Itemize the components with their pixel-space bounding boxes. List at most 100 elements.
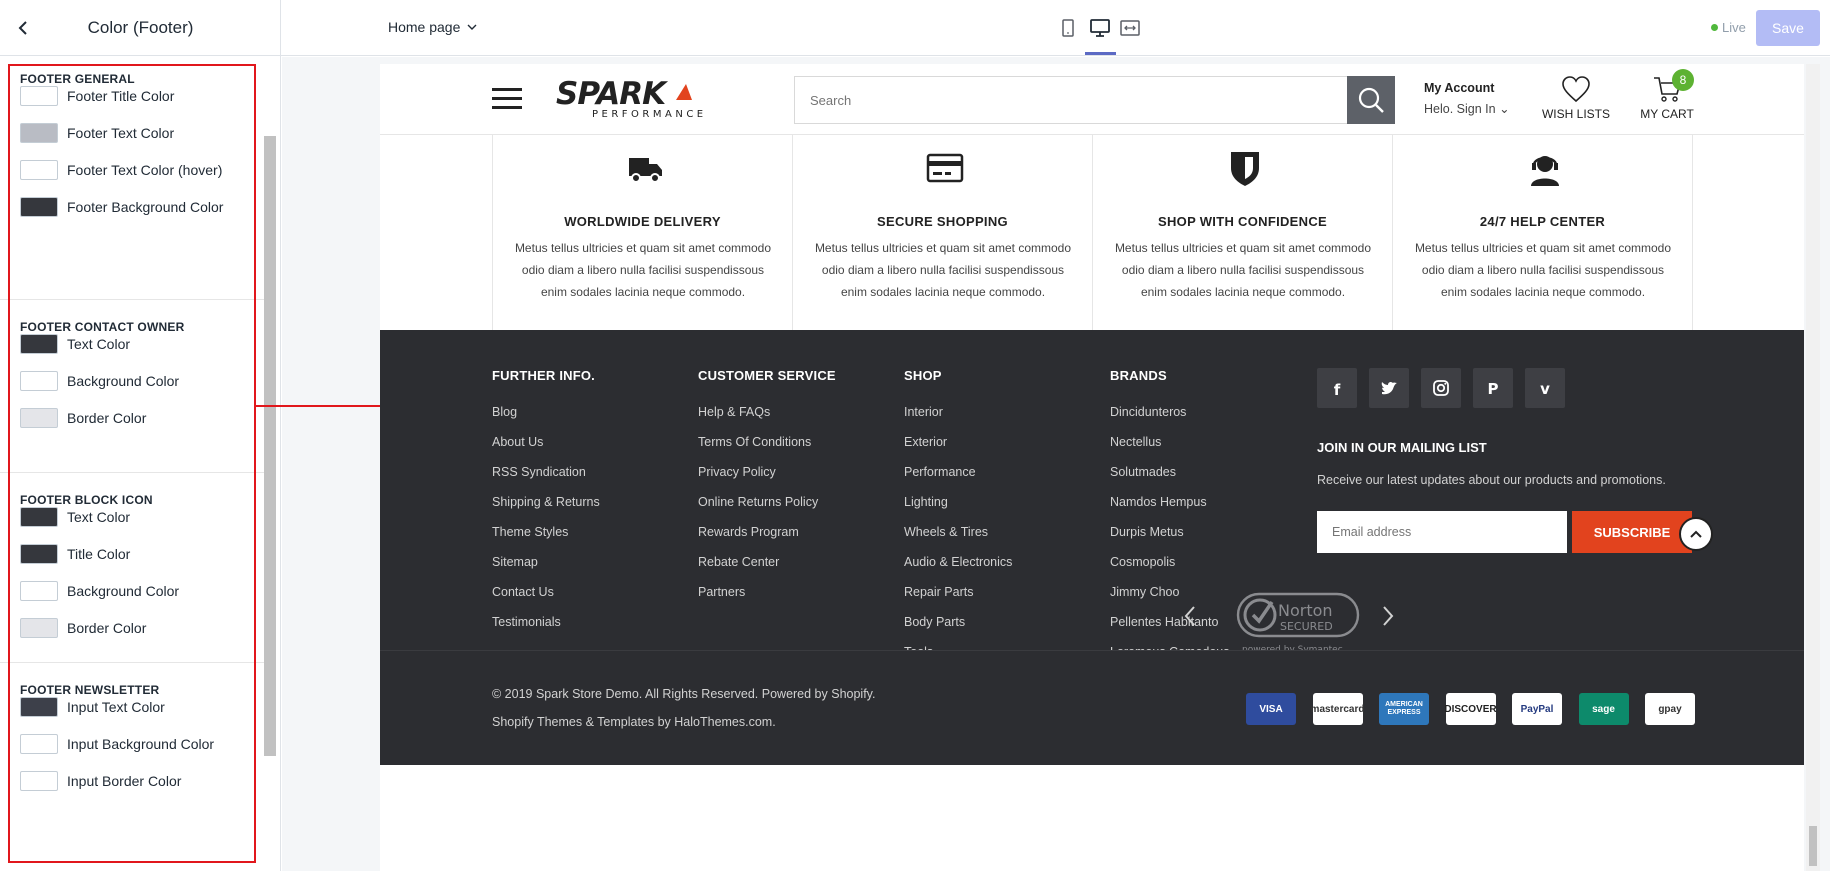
vimeo-link[interactable]: v — [1525, 368, 1565, 408]
color-setting-background-color[interactable]: Background Color — [20, 370, 179, 392]
fullscreen-view-icon[interactable] — [1118, 16, 1142, 40]
footer-link[interactable]: Partners — [698, 585, 745, 599]
footer-link[interactable]: Nectellus — [1110, 435, 1161, 449]
footer-link[interactable]: Rewards Program — [698, 525, 799, 539]
footer-link[interactable]: Lighting — [904, 495, 948, 509]
color-setting-label: Background Color — [67, 583, 180, 599]
footer-link[interactable]: Body Parts — [904, 615, 965, 629]
footer-link[interactable]: Exterior — [904, 435, 947, 449]
color-setting-label: Input Background Color — [67, 736, 215, 752]
feature-title: SHOP WITH CONFIDENCE — [1158, 214, 1327, 229]
footer-link[interactable]: Namdos Hempus — [1110, 495, 1207, 509]
color-setting-input-text-color[interactable]: Input Text Color — [20, 696, 165, 718]
store-search-input[interactable] — [795, 77, 1349, 123]
color-setting-label: Border Color — [67, 410, 147, 426]
color-swatch[interactable] — [20, 123, 58, 143]
footer-link[interactable]: Durpis Metus — [1110, 525, 1184, 539]
spark-logo[interactable]: SPARK PERFORMANCE — [552, 76, 732, 120]
preview-scrollbar[interactable] — [1806, 64, 1820, 871]
color-setting-input-border-color[interactable]: Input Border Color — [20, 770, 181, 792]
color-setting-text-color[interactable]: Text Color — [20, 506, 130, 528]
color-setting-label: Border Color — [67, 620, 147, 636]
color-swatch[interactable] — [20, 581, 58, 601]
wishlist-link[interactable]: WISH LISTS — [1538, 74, 1614, 121]
footer-link[interactable]: Privacy Policy — [698, 465, 776, 479]
desktop-view-icon[interactable] — [1088, 16, 1112, 40]
twitter-link[interactable] — [1369, 368, 1409, 408]
facebook-link[interactable]: f — [1317, 368, 1357, 408]
footer-link[interactable]: Dincidunteros — [1110, 405, 1186, 419]
twitter-icon — [1381, 381, 1397, 395]
footer-link[interactable]: About Us — [492, 435, 543, 449]
footer-link[interactable]: RSS Syndication — [492, 465, 586, 479]
color-setting-footer-text-color-hover[interactable]: Footer Text Color (hover) — [20, 159, 222, 181]
color-setting-footer-text-color[interactable]: Footer Text Color — [20, 122, 174, 144]
footer-link[interactable]: Sitemap — [492, 555, 538, 569]
subscribe-button[interactable]: SUBSCRIBE — [1572, 511, 1692, 553]
top-bar: Color (Footer) Home page Live Save — [0, 0, 1830, 56]
color-setting-border-color[interactable]: Border Color — [20, 617, 146, 639]
footer-link[interactable]: Blog — [492, 405, 517, 419]
footer-link[interactable]: Help & FAQs — [698, 405, 770, 419]
footer-link[interactable]: Repair Parts — [904, 585, 973, 599]
footer-link[interactable]: Rebate Center — [698, 555, 779, 569]
color-swatch[interactable] — [20, 507, 58, 527]
mobile-view-icon[interactable] — [1056, 16, 1080, 40]
color-setting-label: Footer Text Color (hover) — [67, 162, 223, 178]
color-swatch[interactable] — [20, 734, 58, 754]
sidebar-scrollbar[interactable] — [264, 136, 276, 756]
carousel-next-icon[interactable] — [1380, 604, 1396, 628]
payment-paypal: PayPal — [1512, 693, 1562, 725]
footer-link[interactable]: Cosmopolis — [1110, 555, 1175, 569]
preview-scrollbar-thumb[interactable] — [1809, 826, 1817, 866]
footer-link[interactable]: Theme Styles — [492, 525, 568, 539]
feature-title: 24/7 HELP CENTER — [1479, 214, 1606, 229]
facebook-icon: f — [1334, 381, 1341, 398]
footer-link[interactable]: Online Returns Policy — [698, 495, 818, 509]
color-setting-background-color[interactable]: Background Color — [20, 580, 179, 602]
carousel-prev-icon[interactable] — [1182, 604, 1198, 628]
footer-link[interactable]: Performance — [904, 465, 976, 479]
color-swatch[interactable] — [20, 408, 58, 428]
svg-text:P: P — [1488, 380, 1499, 398]
color-setting-text-color[interactable]: Text Color — [20, 333, 130, 355]
color-swatch[interactable] — [20, 771, 58, 791]
save-button[interactable]: Save — [1756, 10, 1820, 46]
feature-title: SECURE SHOPPING — [877, 214, 1008, 229]
footer-link[interactable]: Audio & Electronics — [904, 555, 1012, 569]
color-swatch[interactable] — [20, 160, 58, 180]
footer-link[interactable]: Pellentes Habitanto — [1110, 615, 1218, 629]
footer-link[interactable]: Testimonials — [492, 615, 561, 629]
color-swatch[interactable] — [20, 334, 58, 354]
payment-discover: DISCOVER — [1444, 693, 1497, 725]
footer-link[interactable]: Interior — [904, 405, 943, 419]
account-signin[interactable]: Helo. Sign In ⌄ — [1424, 101, 1510, 116]
color-swatch[interactable] — [20, 86, 58, 106]
pinterest-icon: P — [1488, 380, 1499, 398]
footer-link[interactable]: Jimmy Choo — [1110, 585, 1179, 599]
footer-link[interactable]: Wheels & Tires — [904, 525, 988, 539]
menu-icon[interactable] — [492, 88, 522, 110]
color-swatch[interactable] — [20, 371, 58, 391]
color-swatch[interactable] — [20, 197, 58, 217]
footer-link[interactable]: Terms Of Conditions — [698, 435, 811, 449]
instagram-link[interactable] — [1421, 368, 1461, 408]
newsletter-email-input[interactable] — [1317, 511, 1567, 553]
color-setting-footer-title-color[interactable]: Footer Title Color — [20, 85, 174, 107]
color-setting-title-color[interactable]: Title Color — [20, 543, 130, 565]
color-swatch[interactable] — [20, 697, 58, 717]
footer-link[interactable]: Solutmades — [1110, 465, 1176, 479]
pinterest-link[interactable]: P — [1473, 368, 1513, 408]
back-to-top-button[interactable] — [1679, 517, 1713, 551]
page-selector[interactable]: Home page — [388, 19, 478, 35]
color-swatch[interactable] — [20, 544, 58, 564]
settings-sidebar: FOOTER GENERAL Footer Title Color Footer T… — [0, 56, 281, 871]
footer-link[interactable]: Contact Us — [492, 585, 554, 599]
my-account[interactable]: My Account Helo. Sign In ⌄ — [1424, 81, 1510, 116]
footer-link[interactable]: Shipping & Returns — [492, 495, 600, 509]
color-swatch[interactable] — [20, 618, 58, 638]
color-setting-input-background-color[interactable]: Input Background Color — [20, 733, 214, 755]
color-setting-footer-background-color[interactable]: Footer Background Color — [20, 196, 223, 218]
search-button[interactable] — [1347, 76, 1395, 124]
color-setting-border-color[interactable]: Border Color — [20, 407, 146, 429]
